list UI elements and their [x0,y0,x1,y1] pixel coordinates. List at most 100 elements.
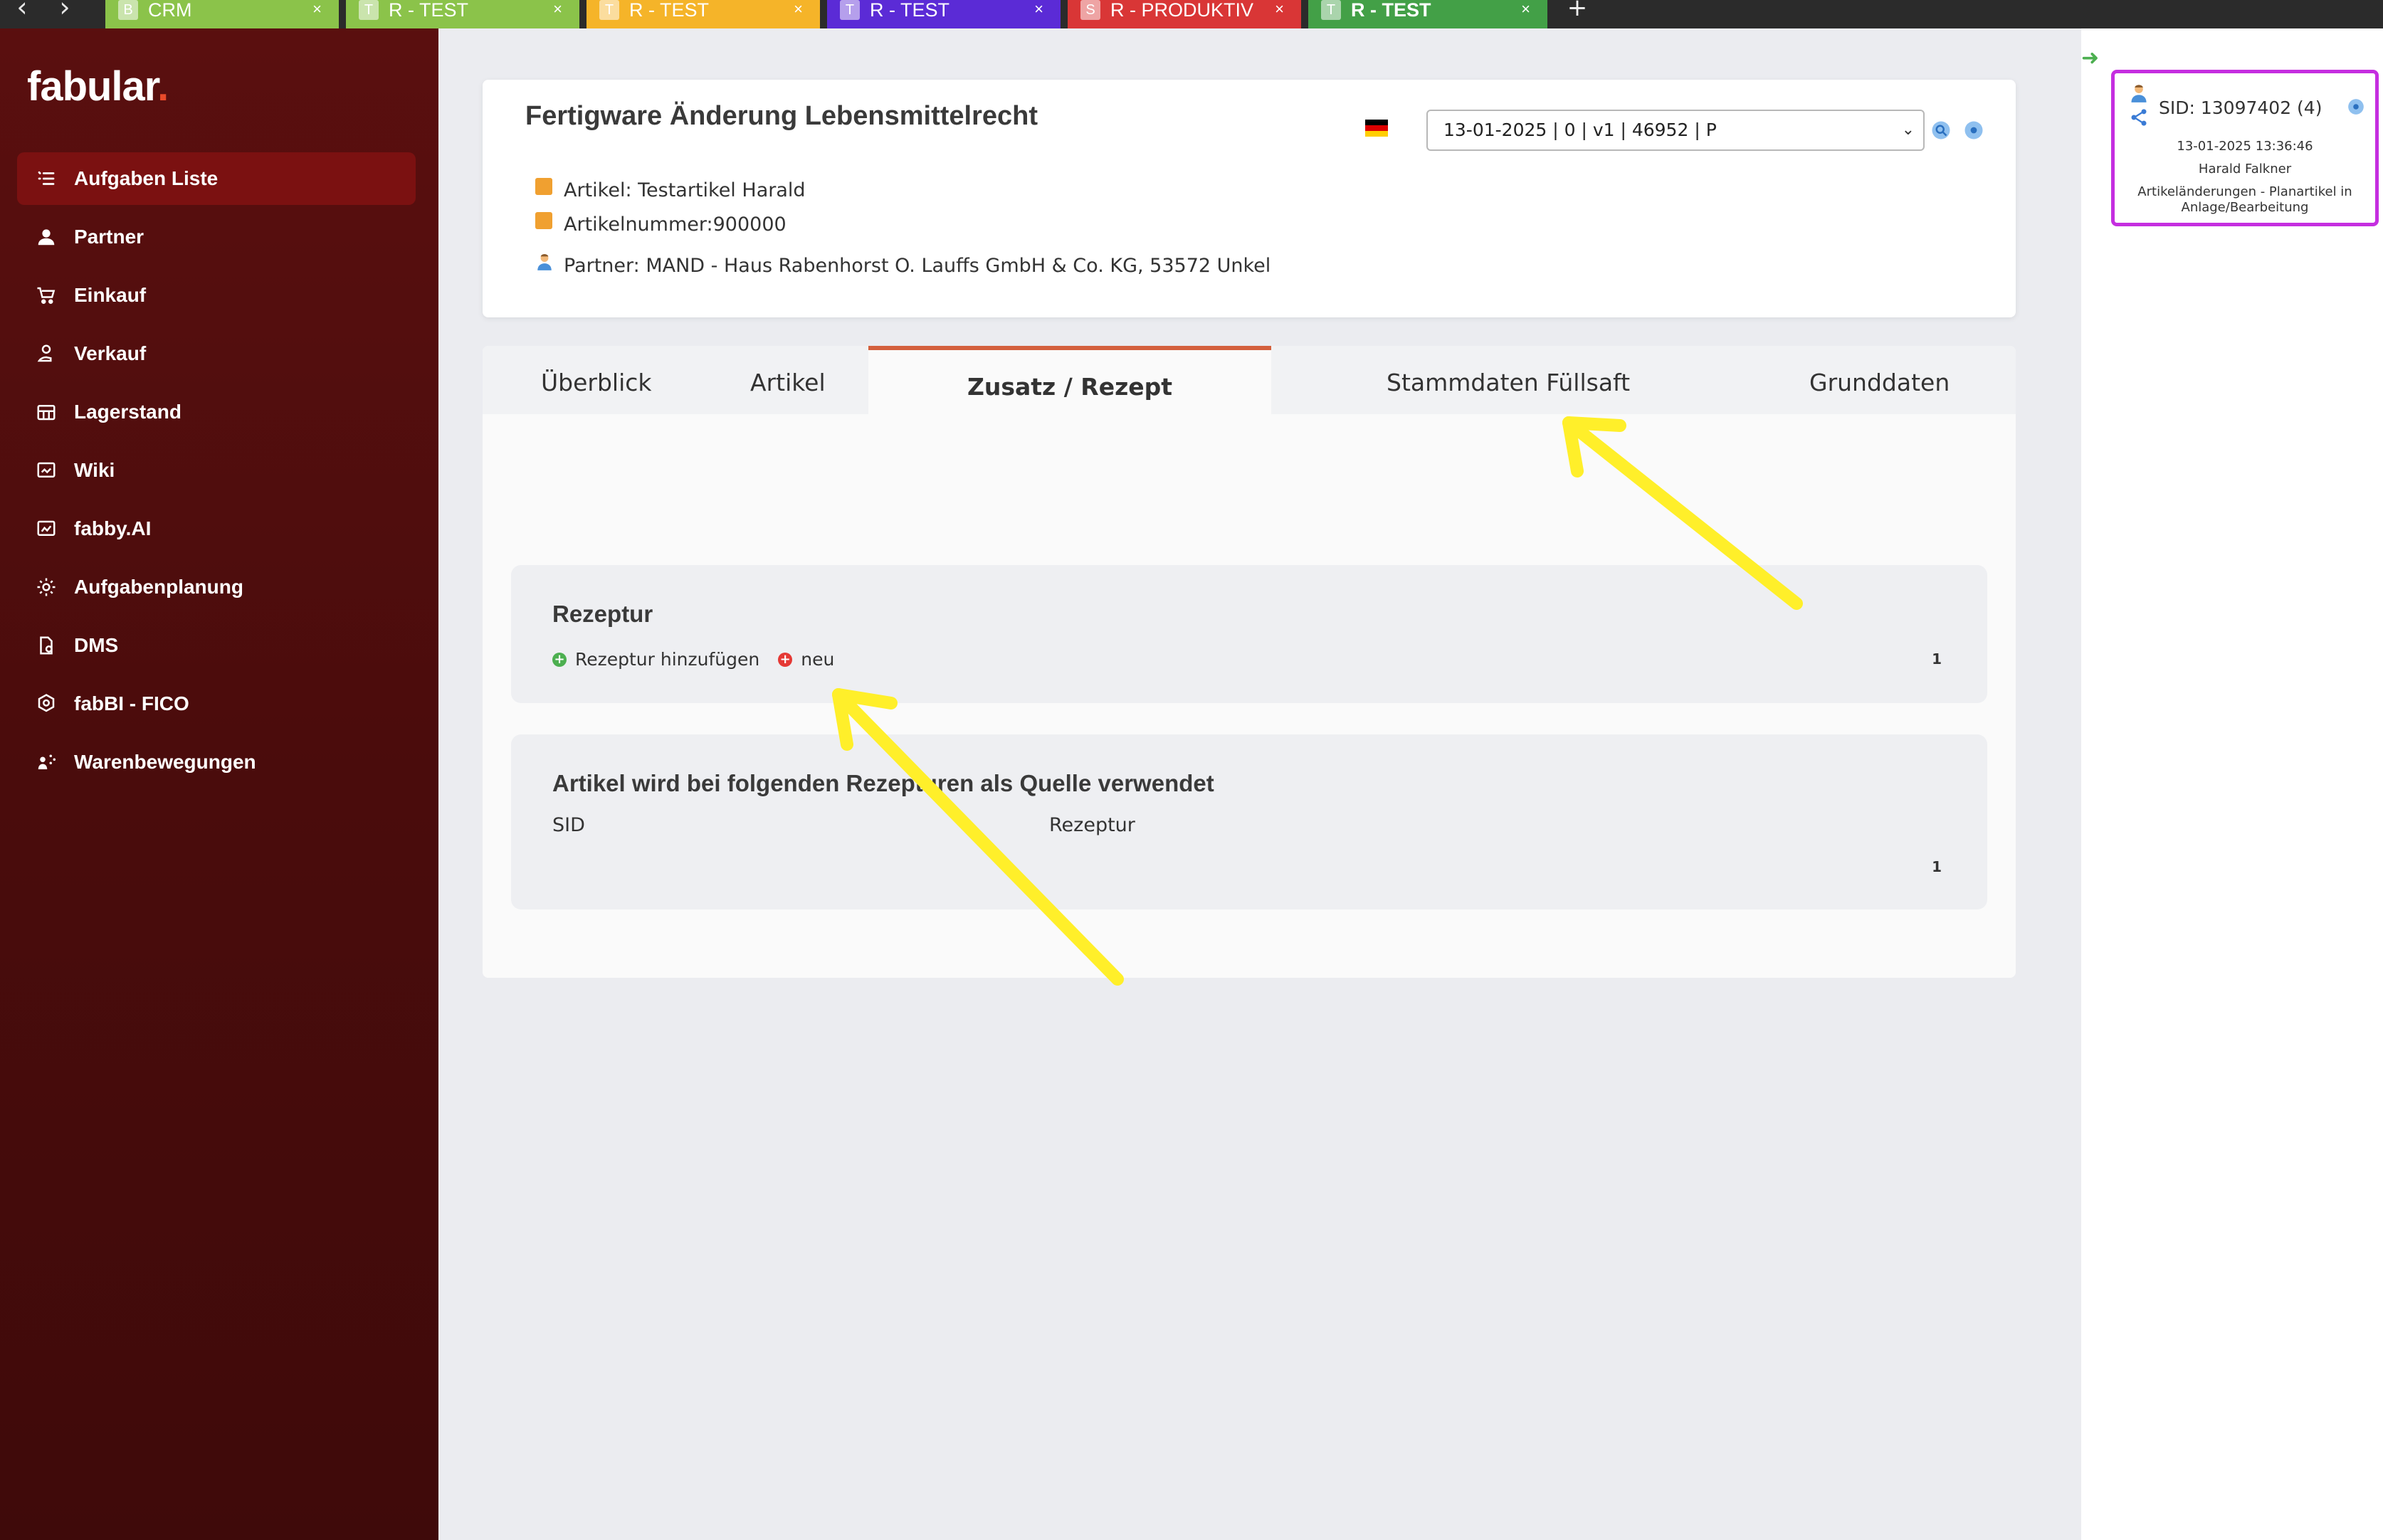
box-icon [535,211,552,229]
version-select[interactable]: 13-01-2025 | 0 | v1 | 46952 | P ⌄ [1426,110,1925,151]
quelle-section: Artikel wird bei folgenden Rezepturen al… [511,734,1987,909]
sidebar-item-dms[interactable]: DMS [17,619,416,672]
back-icon[interactable]: ‹ [4,0,40,28]
search-version-icon[interactable] [1930,120,1952,141]
logo[interactable]: fabular. [27,63,169,110]
tab-content-card: Überblick Artikel Zusatz / Rezept Stammd… [483,346,2016,978]
browser-tab-strip: ‹ › B CRM × T R - TEST × T R - TEST × T R - … [0,0,2383,28]
close-icon[interactable]: × [1521,0,1530,19]
rezeptur-page-number[interactable]: 1 [1932,650,1942,668]
rezeptur-new-link[interactable]: neu [801,649,834,670]
arrow-right-icon[interactable]: ➜ [2081,46,2099,70]
sidebar-item-fabbi-fico[interactable]: fabBI - FICO [17,677,416,730]
gear-icon [33,574,60,601]
tab-label: R - TEST [389,0,469,21]
settings-icon[interactable] [2347,97,2365,116]
artikel-row: Artikel: Testartikel Harald [535,177,806,201]
tab-stammdaten-fuellsaft[interactable]: Stammdaten Füllsaft [1387,346,1630,414]
sidebar-item-label: Wiki [74,459,115,481]
close-icon[interactable]: × [312,0,322,19]
sidebar-item-label: Aufgabenplanung [74,576,243,598]
list-icon [33,165,60,192]
tab-label: R - PRODUKTIV [1110,0,1254,21]
rezeptur-add-link[interactable]: Rezeptur hinzufügen [575,649,759,670]
sidebar-item-einkauf[interactable]: Einkauf [17,269,416,322]
tab-bar: Überblick Artikel Zusatz / Rezept Stammd… [483,346,2016,414]
sidebar-item-lagerstand[interactable]: Lagerstand [17,386,416,438]
logo-text: fabular [27,63,158,110]
sidebar-menu: Aufgaben Liste Partner Einkauf Verkauf L… [17,152,416,794]
browser-tab-test-2[interactable]: T R - TEST × [586,0,820,28]
ai-icon [33,515,60,542]
chevron-down-icon: ⌄ [1901,121,1915,139]
sidebar-item-fabby-ai[interactable]: fabby.AI [17,502,416,555]
close-icon[interactable]: × [553,0,562,19]
person-icon [33,223,60,250]
browser-tab-crm[interactable]: B CRM × [105,0,339,28]
rezeptur-title: Rezeptur [552,601,653,627]
sid-card[interactable]: SID: 13097402 (4) 13-01-2025 13:36:46 Ha… [2111,70,2379,226]
sales-icon [33,340,60,367]
sidebar: fabular. Aufgaben Liste Partner Einkauf … [0,28,438,1540]
sid-user: Harald Falkner [2198,162,2292,176]
tab-badge: S [1080,0,1100,20]
wiki-icon [33,457,60,484]
sidebar-item-label: Einkauf [74,284,147,306]
settings-version-icon[interactable] [1963,120,1984,141]
tab-badge: T [599,0,619,20]
browser-tab-test-1[interactable]: T R - TEST × [346,0,579,28]
right-side-panel [2081,28,2383,1540]
new-tab-button[interactable]: + [1563,0,1592,21]
sidebar-item-aufgabenplanung[interactable]: Aufgabenplanung [17,561,416,613]
tab-label: R - TEST [629,0,710,21]
partner-row: Partner: MAND - Haus Rabenhorst O. Lauff… [535,253,1271,277]
rezeptur-actions: + Rezeptur hinzufügen + neu [552,649,834,670]
close-icon[interactable]: × [794,0,803,19]
plus-circle-icon: + [552,652,567,667]
sidebar-item-label: Verkauf [74,342,147,364]
forward-icon[interactable]: › [47,0,83,28]
tab-ueberblick[interactable]: Überblick [541,346,652,414]
box-icon [535,177,552,195]
sidebar-item-aufgaben-liste[interactable]: Aufgaben Liste [17,152,416,205]
tab-grunddaten[interactable]: Grunddaten [1809,346,1950,414]
quelle-page-number[interactable]: 1 [1932,858,1942,875]
bi-icon [33,690,60,717]
close-icon[interactable]: × [1275,0,1284,19]
tab-label: CRM [148,0,192,21]
sidebar-item-wiki[interactable]: Wiki [17,444,416,497]
artikelnummer-row: Artikelnummer:900000 [535,211,787,236]
browser-tab-test-3[interactable]: T R - TEST × [827,0,1061,28]
browser-tab-test-4[interactable]: T R - TEST × [1308,0,1547,28]
movement-icon [33,749,60,776]
version-select-value: 13-01-2025 | 0 | v1 | 46952 | P [1443,120,1717,140]
close-icon[interactable]: × [1034,0,1043,19]
cart-icon [33,282,60,309]
column-header-rezeptur[interactable]: Rezeptur [1049,814,1135,836]
document-icon [33,632,60,659]
share-icon[interactable] [2129,107,2149,127]
artikelnummer-text: Artikelnummer:900000 [564,213,787,236]
partner-person-icon [537,253,552,270]
sidebar-item-verkauf[interactable]: Verkauf [17,327,416,380]
sidebar-item-label: Lagerstand [74,401,182,423]
tab-label: R - TEST [1351,0,1431,21]
tab-badge: T [840,0,860,20]
sidebar-item-label: fabBI - FICO [74,692,189,714]
sidebar-item-label: Partner [74,226,144,248]
tab-badge: T [359,0,379,20]
sid-title: SID: 13097402 (4) [2159,97,2322,118]
rezeptur-section: Rezeptur + Rezeptur hinzufügen + neu 1 [511,565,1987,703]
tab-badge: B [118,0,138,20]
tab-zusatz-rezept[interactable]: Zusatz / Rezept [868,346,1271,414]
sidebar-item-label: DMS [74,634,119,656]
browser-tab-produktiv[interactable]: S R - PRODUKTIV × [1068,0,1301,28]
tab-artikel[interactable]: Artikel [750,346,826,414]
user-icon [2131,85,2147,102]
column-header-sid[interactable]: SID [552,814,585,836]
plus-circle-red-icon: + [778,652,793,667]
sidebar-item-warenbewegungen[interactable]: Warenbewegungen [17,736,416,789]
german-flag-icon[interactable] [1365,120,1388,137]
sidebar-item-partner[interactable]: Partner [17,211,416,263]
tab-badge: T [1321,0,1341,20]
